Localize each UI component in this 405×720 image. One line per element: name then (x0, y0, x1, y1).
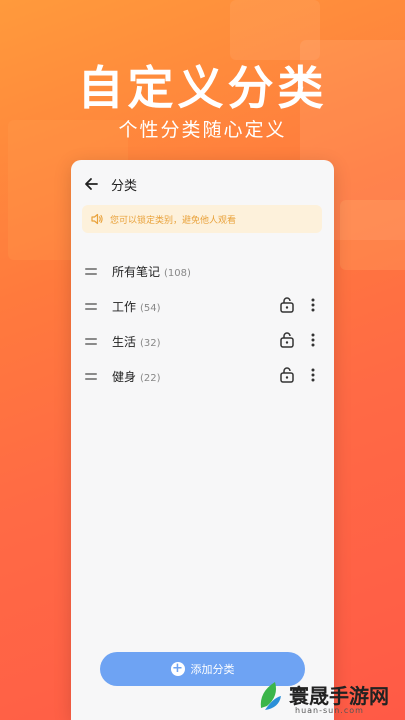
speaker-icon (91, 213, 103, 225)
unlock-icon[interactable] (279, 296, 295, 314)
watermark: 寰晟手游网 huan-sun.com (255, 676, 405, 720)
drag-handle-icon[interactable] (85, 373, 97, 381)
category-count: (32) (140, 338, 161, 349)
lock-notice-banner: 您可以锁定类别，避免他人观看 (82, 205, 322, 233)
drag-handle-icon[interactable] (85, 268, 97, 276)
more-vertical-icon[interactable] (307, 297, 319, 313)
category-label: 所有笔记 (108) (112, 265, 191, 279)
category-label: 工作 (54) (112, 300, 161, 314)
unlock-icon[interactable] (279, 366, 295, 384)
category-label: 健身 (22) (112, 370, 161, 384)
add-category-label: 添加分类 (190, 663, 235, 676)
top-bar: 分类 (71, 172, 334, 198)
page-title: 分类 (111, 179, 138, 194)
unlock-icon[interactable] (279, 331, 295, 349)
category-count: (54) (140, 303, 161, 314)
background-decoration (340, 200, 405, 270)
background-decoration (230, 0, 320, 60)
notice-text: 您可以锁定类别，避免他人观看 (110, 216, 237, 226)
category-row[interactable]: 健身 (22) (71, 364, 334, 394)
drag-handle-icon[interactable] (85, 338, 97, 346)
category-label: 生活 (32) (112, 335, 161, 349)
leaf-logo-icon (260, 682, 281, 710)
category-row[interactable]: 所有笔记 (108) (71, 259, 334, 289)
hero-title: 自定义分类 (77, 61, 328, 115)
hero-subtitle: 个性分类随心定义 (118, 119, 287, 141)
phone-screen: 分类 您可以锁定类别，避免他人观看 所有笔记 (108) 工作 (54) 生活 (32… (71, 160, 334, 720)
category-row[interactable]: 工作 (54) (71, 294, 334, 324)
category-count: (22) (140, 373, 161, 384)
watermark-name: 寰晟手游网 (289, 684, 389, 708)
watermark-url: huan-sun.com (295, 706, 364, 715)
category-count: (108) (164, 268, 191, 279)
category-row[interactable]: 生活 (32) (71, 329, 334, 359)
back-arrow-icon[interactable] (83, 174, 99, 194)
drag-handle-icon[interactable] (85, 303, 97, 311)
more-vertical-icon[interactable] (307, 332, 319, 348)
plus-icon: + (170, 661, 185, 676)
more-vertical-icon[interactable] (307, 367, 319, 383)
